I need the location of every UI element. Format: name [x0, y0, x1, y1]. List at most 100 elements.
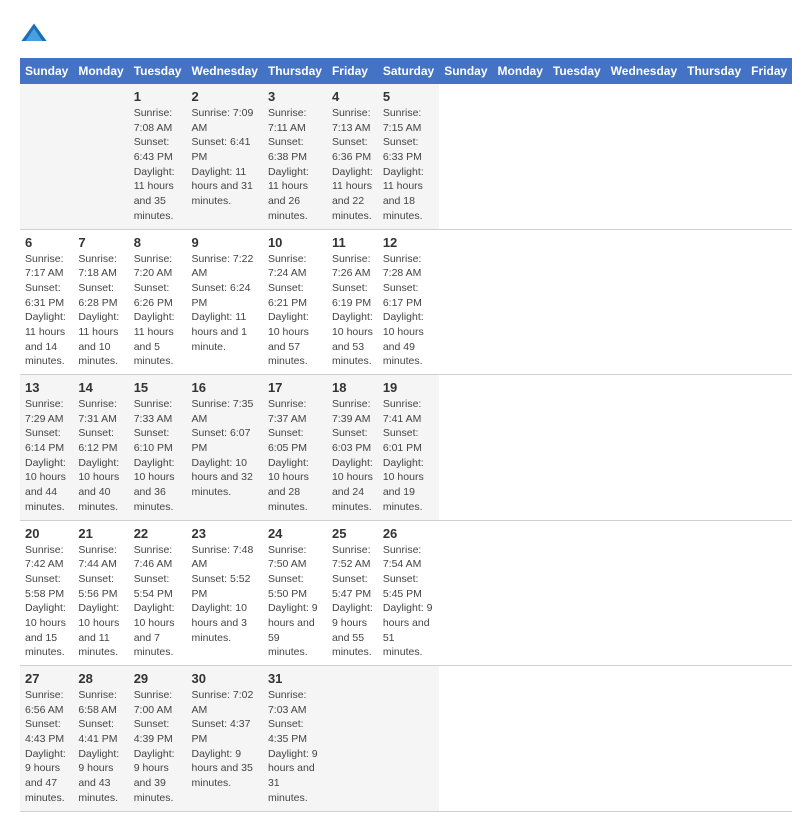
header-friday: Friday [746, 58, 792, 84]
day-info: Sunrise: 7:41 AM Sunset: 6:01 PM Dayligh… [383, 397, 434, 515]
calendar-cell: 12Sunrise: 7:28 AM Sunset: 6:17 PM Dayli… [378, 229, 439, 375]
day-number: 30 [191, 671, 257, 686]
header-tuesday: Tuesday [129, 58, 187, 84]
day-number: 26 [383, 526, 434, 541]
day-info: Sunrise: 7:22 AM Sunset: 6:24 PM Dayligh… [191, 252, 257, 355]
day-number: 9 [191, 235, 257, 250]
calendar-cell: 1 Sunrise: 7:08 AM Sunset: 6:43 PM Daylig… [129, 84, 187, 229]
day-number: 3 [268, 89, 322, 104]
day-number: 17 [268, 380, 322, 395]
calendar-cell: 14Sunrise: 7:31 AM Sunset: 6:12 PM Dayli… [73, 375, 128, 521]
calendar-cell: 9 Sunrise: 7:22 AM Sunset: 6:24 PM Daylig… [186, 229, 262, 375]
day-info: Sunrise: 7:26 AM Sunset: 6:19 PM Dayligh… [332, 252, 373, 370]
day-number: 2 [191, 89, 257, 104]
day-number: 18 [332, 380, 373, 395]
calendar-cell: 28 Sunrise: 6:58 AM Sunset: 4:41 PM Dayli… [73, 666, 128, 812]
calendar-cell: 15Sunrise: 7:33 AM Sunset: 6:10 PM Dayli… [129, 375, 187, 521]
header-thursday: Thursday [263, 58, 327, 84]
header-monday: Monday [73, 58, 128, 84]
day-info: Sunrise: 7:29 AM Sunset: 6:14 PM Dayligh… [25, 397, 68, 515]
day-number: 21 [78, 526, 123, 541]
calendar-cell: 22 Sunrise: 7:46 AM Sunset: 5:54 PM Dayli… [129, 520, 187, 666]
day-info: Sunrise: 7:48 AM Sunset: 5:52 PM Dayligh… [191, 543, 257, 646]
day-number: 8 [134, 235, 182, 250]
day-info: Sunrise: 7:02 AM Sunset: 4:37 PM Dayligh… [191, 688, 257, 791]
day-number: 12 [383, 235, 434, 250]
calendar-cell [20, 84, 73, 229]
calendar-cell: 27 Sunrise: 6:56 AM Sunset: 4:43 PM Dayli… [20, 666, 73, 812]
day-info: Sunrise: 7:15 AM Sunset: 6:33 PM Dayligh… [383, 106, 434, 224]
day-number: 4 [332, 89, 373, 104]
day-info: Sunrise: 7:52 AM Sunset: 5:47 PM Dayligh… [332, 543, 373, 661]
day-number: 1 [134, 89, 182, 104]
day-info: Sunrise: 7:11 AM Sunset: 6:38 PM Dayligh… [268, 106, 322, 224]
day-number: 28 [78, 671, 123, 686]
calendar-cell: 29Sunrise: 7:00 AM Sunset: 4:39 PM Dayli… [129, 666, 187, 812]
calendar-cell: 7 Sunrise: 7:18 AM Sunset: 6:28 PM Daylig… [73, 229, 128, 375]
calendar-cell: 4Sunrise: 7:13 AM Sunset: 6:36 PM Daylig… [327, 84, 378, 229]
calendar-cell: 23 Sunrise: 7:48 AM Sunset: 5:52 PM Dayli… [186, 520, 262, 666]
day-info: Sunrise: 7:44 AM Sunset: 5:56 PM Dayligh… [78, 543, 123, 661]
header-wednesday: Wednesday [606, 58, 682, 84]
day-info: Sunrise: 7:17 AM Sunset: 6:31 PM Dayligh… [25, 252, 68, 370]
day-info: Sunrise: 7:24 AM Sunset: 6:21 PM Dayligh… [268, 252, 322, 370]
calendar-cell: 16 Sunrise: 7:35 AM Sunset: 6:07 PM Dayli… [186, 375, 262, 521]
calendar-cell [327, 666, 378, 812]
calendar-header-row: SundayMondayTuesdayWednesdayThursdayFrid… [20, 58, 792, 84]
day-number: 24 [268, 526, 322, 541]
day-number: 7 [78, 235, 123, 250]
calendar-cell: 24Sunrise: 7:50 AM Sunset: 5:50 PM Dayli… [263, 520, 327, 666]
calendar-cell: 25 Sunrise: 7:52 AM Sunset: 5:47 PM Dayli… [327, 520, 378, 666]
day-info: Sunrise: 7:31 AM Sunset: 6:12 PM Dayligh… [78, 397, 123, 515]
calendar-week-1: 6 Sunrise: 7:17 AM Sunset: 6:31 PM Daylig… [20, 229, 792, 375]
day-info: Sunrise: 7:35 AM Sunset: 6:07 PM Dayligh… [191, 397, 257, 500]
day-info: Sunrise: 7:39 AM Sunset: 6:03 PM Dayligh… [332, 397, 373, 515]
day-number: 31 [268, 671, 322, 686]
logo-icon [20, 20, 48, 48]
calendar-cell: 30 Sunrise: 7:02 AM Sunset: 4:37 PM Dayli… [186, 666, 262, 812]
calendar-cell: 18 Sunrise: 7:39 AM Sunset: 6:03 PM Dayli… [327, 375, 378, 521]
day-info: Sunrise: 7:03 AM Sunset: 4:35 PM Dayligh… [268, 688, 322, 806]
calendar-cell: 8 Sunrise: 7:20 AM Sunset: 6:26 PM Daylig… [129, 229, 187, 375]
day-info: Sunrise: 7:18 AM Sunset: 6:28 PM Dayligh… [78, 252, 123, 370]
calendar-week-4: 27 Sunrise: 6:56 AM Sunset: 4:43 PM Dayli… [20, 666, 792, 812]
day-info: Sunrise: 7:20 AM Sunset: 6:26 PM Dayligh… [134, 252, 182, 370]
calendar-week-0: 1 Sunrise: 7:08 AM Sunset: 6:43 PM Daylig… [20, 84, 792, 229]
day-number: 22 [134, 526, 182, 541]
calendar-cell: 10 Sunrise: 7:24 AM Sunset: 6:21 PM Dayli… [263, 229, 327, 375]
calendar-week-3: 20Sunrise: 7:42 AM Sunset: 5:58 PM Dayli… [20, 520, 792, 666]
day-info: Sunrise: 7:46 AM Sunset: 5:54 PM Dayligh… [134, 543, 182, 661]
calendar-cell: 21 Sunrise: 7:44 AM Sunset: 5:56 PM Dayli… [73, 520, 128, 666]
header-saturday: Saturday [378, 58, 439, 84]
day-number: 13 [25, 380, 68, 395]
calendar-cell: 2 Sunrise: 7:09 AM Sunset: 6:41 PM Daylig… [186, 84, 262, 229]
calendar-cell [378, 666, 439, 812]
day-number: 25 [332, 526, 373, 541]
day-number: 23 [191, 526, 257, 541]
logo [20, 20, 52, 48]
header-tuesday: Tuesday [548, 58, 606, 84]
day-info: Sunrise: 7:42 AM Sunset: 5:58 PM Dayligh… [25, 543, 68, 661]
day-number: 5 [383, 89, 434, 104]
day-number: 10 [268, 235, 322, 250]
day-info: Sunrise: 7:00 AM Sunset: 4:39 PM Dayligh… [134, 688, 182, 806]
day-number: 27 [25, 671, 68, 686]
day-info: Sunrise: 6:58 AM Sunset: 4:41 PM Dayligh… [78, 688, 123, 806]
day-info: Sunrise: 7:09 AM Sunset: 6:41 PM Dayligh… [191, 106, 257, 209]
header-wednesday: Wednesday [186, 58, 262, 84]
day-number: 16 [191, 380, 257, 395]
header-sunday: Sunday [439, 58, 492, 84]
day-number: 11 [332, 235, 373, 250]
day-info: Sunrise: 7:08 AM Sunset: 6:43 PM Dayligh… [134, 106, 182, 224]
calendar-cell: 5 Sunrise: 7:15 AM Sunset: 6:33 PM Daylig… [378, 84, 439, 229]
calendar-cell: 3 Sunrise: 7:11 AM Sunset: 6:38 PM Daylig… [263, 84, 327, 229]
day-number: 6 [25, 235, 68, 250]
calendar-cell: 19 Sunrise: 7:41 AM Sunset: 6:01 PM Dayli… [378, 375, 439, 521]
calendar-cell: 20Sunrise: 7:42 AM Sunset: 5:58 PM Dayli… [20, 520, 73, 666]
day-number: 19 [383, 380, 434, 395]
calendar-week-2: 13 Sunrise: 7:29 AM Sunset: 6:14 PM Dayli… [20, 375, 792, 521]
calendar-cell: 17Sunrise: 7:37 AM Sunset: 6:05 PM Dayli… [263, 375, 327, 521]
calendar-cell [73, 84, 128, 229]
header-friday: Friday [327, 58, 378, 84]
day-info: Sunrise: 6:56 AM Sunset: 4:43 PM Dayligh… [25, 688, 68, 806]
